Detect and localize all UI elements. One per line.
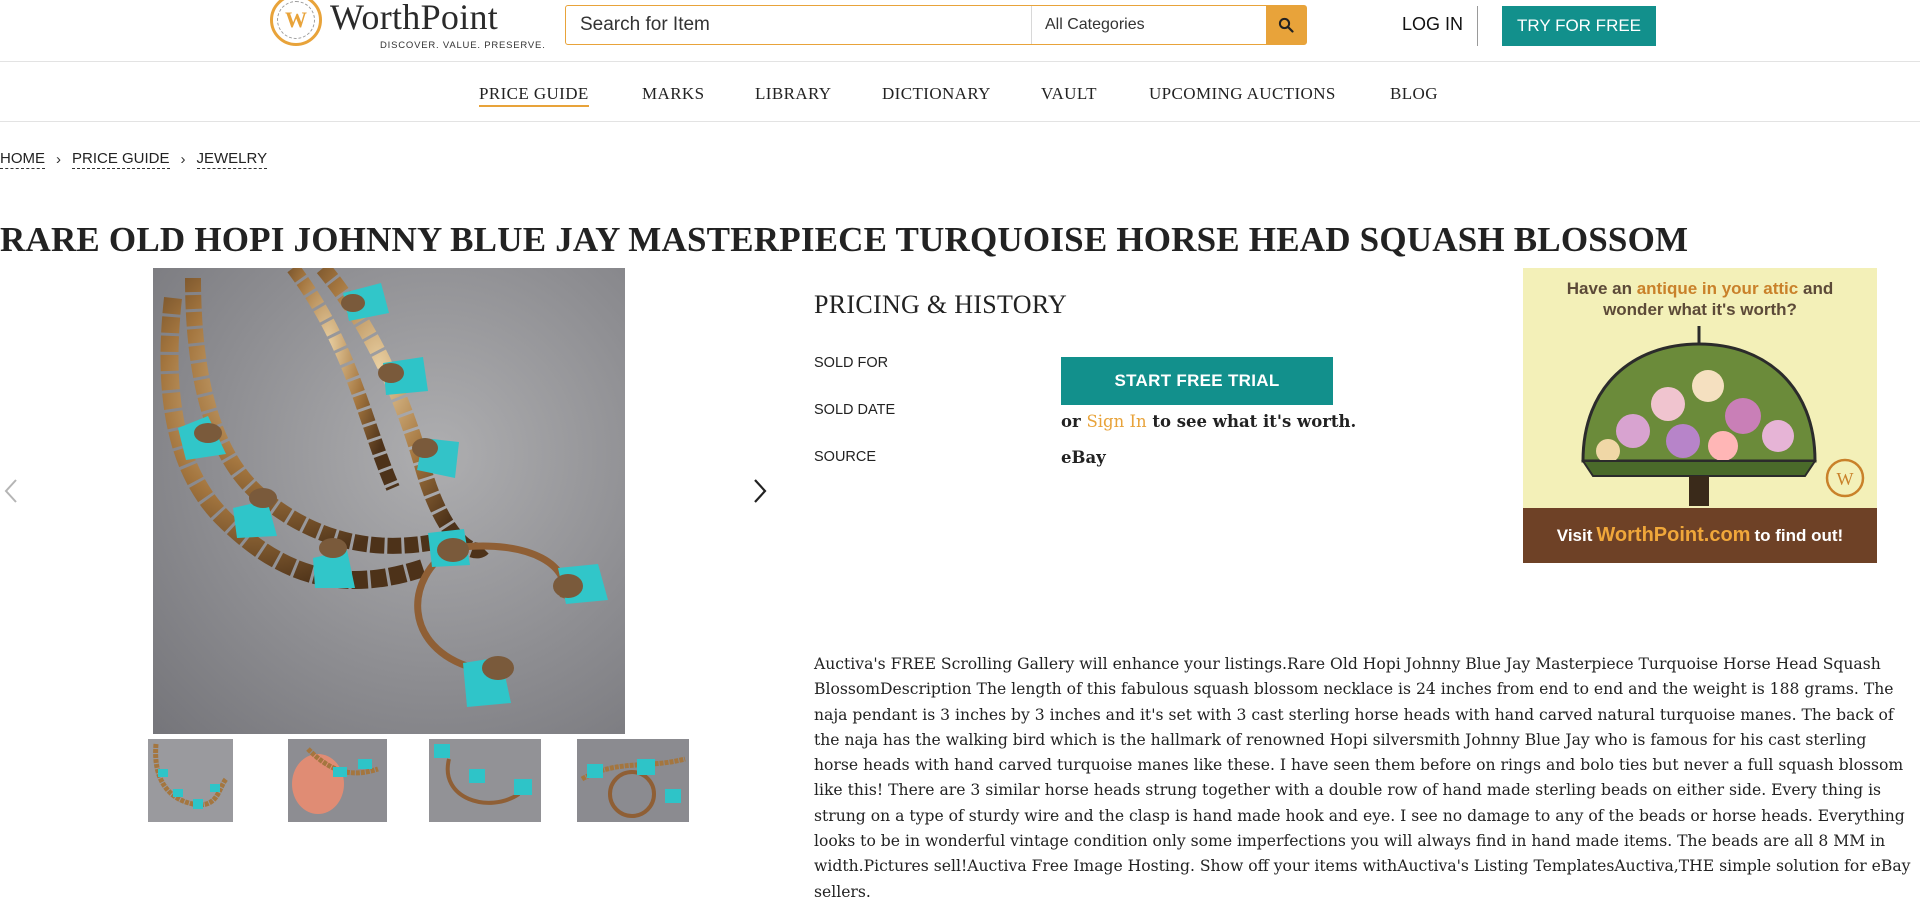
advertisement-banner[interactable]: Have an antique in your attic and wonder… bbox=[1523, 268, 1877, 563]
login-link[interactable]: LOG IN bbox=[1402, 14, 1463, 35]
logo-tagline: DISCOVER. VALUE. PRESERVE. bbox=[380, 40, 546, 51]
sign-in-prompt: or Sign In to see what it's worth. bbox=[1061, 412, 1356, 431]
main-nav: PRICE GUIDE MARKS LIBRARY DICTIONARY VAU… bbox=[0, 63, 1920, 122]
thumbnail-2[interactable] bbox=[288, 739, 387, 822]
logo-name: WorthPoint bbox=[330, 0, 499, 37]
nav-marks[interactable]: MARKS bbox=[642, 84, 704, 104]
thumbnail-3[interactable] bbox=[429, 739, 541, 822]
source-value: eBay bbox=[1061, 448, 1106, 467]
nav-price-guide[interactable]: PRICE GUIDE bbox=[479, 84, 589, 107]
ad-footer: Visit WorthPoint.com to find out! bbox=[1523, 508, 1877, 563]
worthpoint-logo[interactable]: W WorthPoint DISCOVER. VALUE. PRESERVE. bbox=[270, 0, 545, 54]
category-select[interactable]: All Categories bbox=[1031, 6, 1266, 44]
chevron-left-icon[interactable] bbox=[4, 478, 18, 504]
source-label: SOURCE bbox=[814, 449, 877, 465]
chevron-right-icon[interactable] bbox=[753, 478, 767, 504]
tiffany-lamp-icon: W bbox=[1581, 326, 1865, 506]
breadcrumb-price-guide[interactable]: PRICE GUIDE bbox=[72, 150, 170, 169]
search-icon bbox=[1278, 17, 1294, 33]
search-button[interactable] bbox=[1266, 6, 1306, 44]
svg-text:W: W bbox=[1837, 469, 1854, 489]
thumbnail-4[interactable] bbox=[577, 739, 689, 822]
nav-vault[interactable]: VAULT bbox=[1041, 84, 1097, 104]
search-bar: All Categories bbox=[565, 5, 1307, 45]
logo-emblem-icon: W bbox=[270, 0, 322, 46]
main-product-image[interactable] bbox=[153, 268, 625, 734]
chevron-right-icon: › bbox=[180, 151, 186, 168]
start-free-trial-button[interactable]: START FREE TRIAL bbox=[1061, 357, 1333, 405]
sold-for-label: SOLD FOR bbox=[814, 355, 889, 371]
search-input[interactable] bbox=[566, 6, 1031, 44]
breadcrumb-home[interactable]: HOME bbox=[0, 150, 45, 169]
site-header: W WorthPoint DISCOVER. VALUE. PRESERVE. … bbox=[0, 0, 1920, 62]
try-for-free-button[interactable]: TRY FOR FREE bbox=[1502, 6, 1656, 46]
pricing-heading: PRICING & HISTORY bbox=[814, 290, 1068, 319]
thumbnail-1[interactable] bbox=[148, 739, 233, 822]
breadcrumb: HOME › PRICE GUIDE › JEWELRY bbox=[0, 150, 268, 169]
nav-library[interactable]: LIBRARY bbox=[755, 84, 831, 104]
header-divider bbox=[1477, 6, 1478, 46]
ad-headline: Have an antique in your attic and wonder… bbox=[1566, 279, 1834, 319]
nav-dictionary[interactable]: DICTIONARY bbox=[882, 84, 991, 104]
breadcrumb-jewelry[interactable]: JEWELRY bbox=[196, 150, 268, 169]
or-text: or bbox=[1061, 412, 1081, 431]
item-description: Auctiva's FREE Scrolling Gallery will en… bbox=[814, 655, 1911, 901]
nav-upcoming-auctions[interactable]: UPCOMING AUCTIONS bbox=[1149, 84, 1336, 104]
page-title: RARE OLD HOPI JOHNNY BLUE JAY MASTERPIEC… bbox=[0, 220, 1689, 259]
nav-blog[interactable]: BLOG bbox=[1390, 84, 1438, 104]
sold-date-label: SOLD DATE bbox=[814, 402, 896, 418]
sign-in-link[interactable]: Sign In bbox=[1086, 412, 1146, 431]
chevron-right-icon: › bbox=[56, 151, 61, 168]
worth-text: to see what it's worth. bbox=[1152, 412, 1357, 431]
